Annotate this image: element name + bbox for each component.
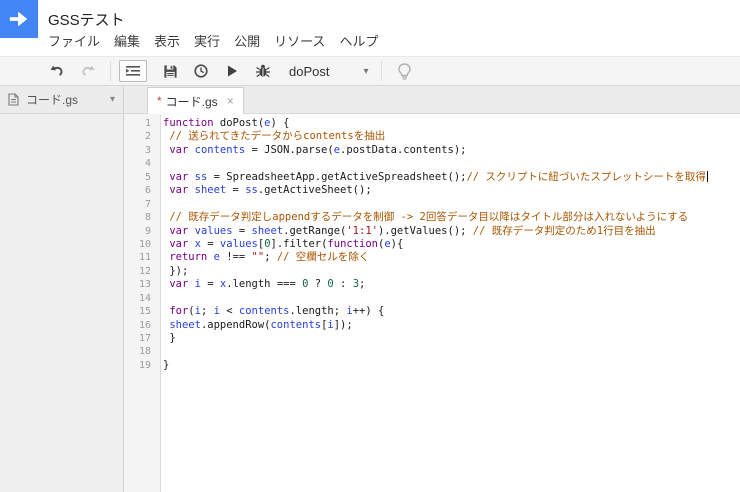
line-number: 10 — [138, 238, 151, 250]
function-selector[interactable]: doPost ▾ — [289, 64, 369, 79]
line-number: 12 — [138, 265, 151, 277]
code-line: } — [163, 358, 170, 371]
tab-close-icon[interactable]: × — [227, 94, 234, 108]
triggers-clock-button[interactable] — [190, 60, 212, 82]
line-number: 11 — [138, 252, 151, 264]
menu-item[interactable]: ファイル — [48, 31, 100, 50]
toolbar-separator — [380, 61, 382, 81]
code-line: // 既存データ判定しappendするデータを制御 -> 2回答データ目以降はタ… — [163, 211, 689, 224]
line-number: 8 — [144, 212, 151, 224]
save-button[interactable] — [159, 60, 181, 82]
line-number: 7 — [144, 198, 151, 210]
file-name-label: コード.gs — [26, 93, 79, 107]
line-number: 19 — [138, 359, 151, 371]
indent-button[interactable] — [119, 60, 147, 82]
code-line: sheet.appendRow(contents[i]); — [169, 318, 353, 331]
file-menu-caret-icon[interactable]: ▾ — [110, 94, 115, 105]
code-line: // 送られてきたデータからcontentsを抽出 — [163, 130, 386, 143]
line-number: 17 — [138, 333, 151, 344]
unsaved-marker: * — [157, 94, 162, 108]
code-line: return e !== ""; // 空欄セルを除く — [169, 251, 370, 264]
apps-script-logo — [0, 0, 38, 38]
undo-button[interactable] — [46, 60, 68, 82]
text-caret — [706, 171, 708, 183]
code-line: for(i; i < contents.length; i++) { — [169, 305, 385, 318]
toolbar: doPost ▾ — [0, 56, 740, 86]
apps-script-editor-window: GSSテスト ファイル 編集 表示 実行 公開 リソース ヘルプ doPost … — [0, 0, 740, 492]
code-line: var values = sheet.getRange('1:1').getVa… — [169, 224, 656, 237]
code-line: } — [163, 332, 176, 344]
header: GSSテスト ファイル 編集 表示 実行 公開 リソース ヘルプ — [0, 0, 740, 56]
line-number: 13 — [138, 279, 151, 291]
code-area: 1 2 3 4 5 6 7 8 9 10 11 12 13 14 15 16 17 18 19 function d… — [124, 114, 740, 492]
code-line: var contents = JSON.parse(e.postData.con… — [169, 143, 467, 156]
menu-item[interactable]: ヘルプ — [339, 31, 378, 50]
files-sidebar: コード.gs ▾ — [0, 86, 124, 492]
tab-code-gs[interactable]: * コード.gs × — [147, 87, 244, 114]
code-line: var i = x.length === 0 ? 0 : 3; — [169, 278, 366, 291]
code-lines[interactable]: function doPost(e) { // 送られてきたデータからconte… — [161, 114, 740, 492]
code-line: }); — [163, 264, 189, 277]
sidebar-item-code-gs[interactable]: コード.gs ▾ — [0, 86, 123, 114]
project-title[interactable]: GSSテスト — [48, 9, 125, 30]
line-number: 6 — [144, 185, 151, 197]
line-number: 14 — [138, 292, 151, 304]
main-area: コード.gs ▾ * コード.gs × 1 2 3 4 5 6 7 8 9 10 11 12 13 14 1… — [0, 86, 740, 492]
hint-bulb-icon[interactable] — [394, 60, 416, 82]
run-button[interactable] — [221, 60, 243, 82]
toolbar-separator — [110, 61, 111, 81]
line-number: 5 — [144, 171, 151, 183]
debug-bug-button[interactable] — [252, 60, 274, 82]
menu-item[interactable]: 実行 — [194, 31, 220, 50]
menu-item[interactable]: 編集 — [114, 31, 140, 50]
menu-item[interactable]: 公開 — [234, 31, 260, 50]
arrow-right-icon — [9, 11, 28, 27]
line-number: 18 — [138, 346, 151, 358]
code-line: var x = values[0].filter(function(e){ — [169, 237, 404, 250]
line-number: 3 — [144, 144, 151, 156]
line-number: 16 — [138, 319, 151, 331]
line-number: 2 — [144, 131, 151, 143]
redo-button[interactable] — [77, 60, 99, 82]
tab-label: コード.gs — [165, 94, 218, 109]
code-line: var sheet = ss.getActiveSheet(); — [169, 184, 372, 197]
tab-bar: * コード.gs × — [124, 86, 740, 114]
line-number: 15 — [138, 306, 151, 318]
menu-item[interactable]: 表示 — [154, 31, 180, 50]
file-icon — [8, 93, 19, 106]
code-line: function doPost(e) { — [163, 117, 290, 129]
menu-item[interactable]: リソース — [274, 31, 325, 50]
line-number: 9 — [144, 225, 151, 237]
function-selector-value: doPost — [289, 63, 330, 79]
code-line: var ss = SpreadsheetApp.getActiveSpreads… — [169, 170, 708, 183]
editor-pane: * コード.gs × 1 2 3 4 5 6 7 8 9 10 11 12 13 14 15 16 17 18 19… — [124, 86, 740, 492]
line-number: 1 — [144, 118, 151, 129]
line-number-gutter: 1 2 3 4 5 6 7 8 9 10 11 12 13 14 15 16 17 18 19 — [124, 114, 161, 492]
chevron-down-icon: ▾ — [363, 65, 369, 77]
line-number: 4 — [144, 158, 151, 170]
menu-bar: ファイル 編集 表示 実行 公開 リソース ヘルプ — [48, 31, 378, 50]
